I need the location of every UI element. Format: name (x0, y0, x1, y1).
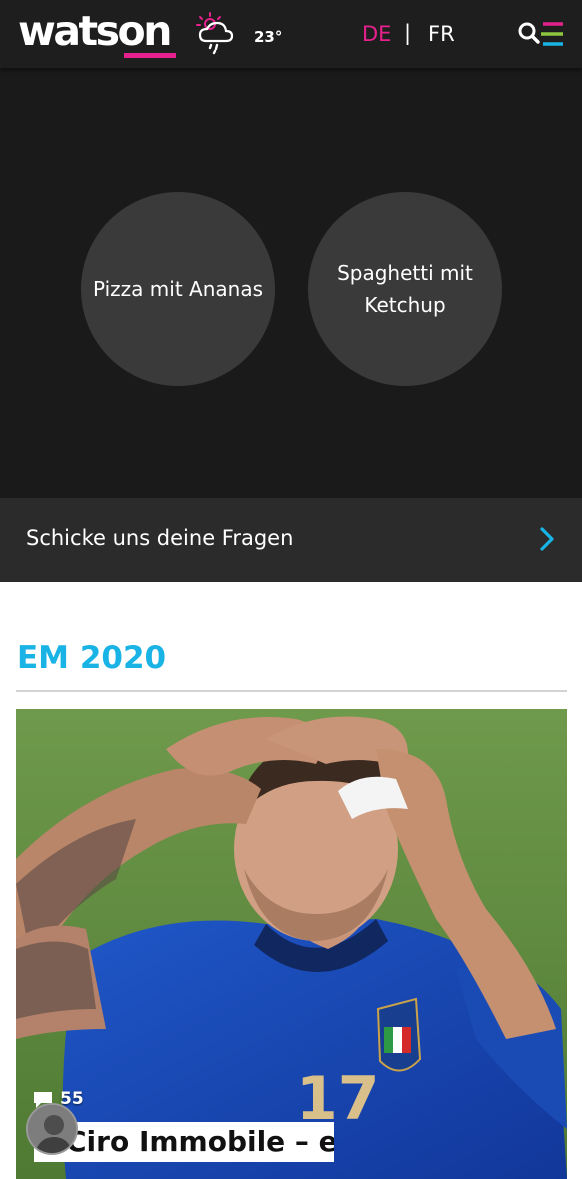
article-headline[interactable]: Ciro Immobile – ein (66, 1124, 334, 1160)
language-separator: | (404, 21, 412, 45)
choice-label: Pizza mit Ananas (93, 277, 263, 301)
language-de[interactable]: DE (362, 22, 391, 46)
choice-label: Spaghetti mit Ketchup (337, 261, 473, 317)
chevron-right-icon (540, 527, 554, 551)
temperature: 23° (254, 28, 283, 46)
choice-spaghetti-mit-ketchup[interactable]: Spaghetti mit Ketchup (308, 192, 502, 386)
quiz-choice-panel: Pizza mit Ananas Spaghetti mit Ketchup (0, 68, 582, 498)
top-navigation-bar: watson 23° DE | FR (0, 0, 582, 68)
send-questions-bar[interactable]: Schicke uns deine Fragen (0, 498, 582, 582)
section-title[interactable]: EM 2020 (17, 640, 166, 676)
author-avatar (26, 1103, 78, 1155)
language-fr[interactable]: FR (428, 22, 455, 46)
choice-pizza-mit-ananas[interactable]: Pizza mit Ananas (81, 192, 275, 386)
article-image: 17 (16, 709, 567, 1179)
watson-logo[interactable]: watson (18, 8, 172, 54)
section-divider (16, 690, 567, 692)
send-questions-label: Schicke uns deine Fragen (26, 526, 294, 550)
sun-cloud-rain-icon[interactable] (194, 11, 244, 55)
logo-underline (124, 53, 176, 58)
article-card[interactable]: 17 55 Ciro Immobile – ein (16, 709, 567, 1179)
headline-box: Ciro Immobile – ein (34, 1122, 334, 1162)
search-menu-icon[interactable] (518, 21, 564, 49)
